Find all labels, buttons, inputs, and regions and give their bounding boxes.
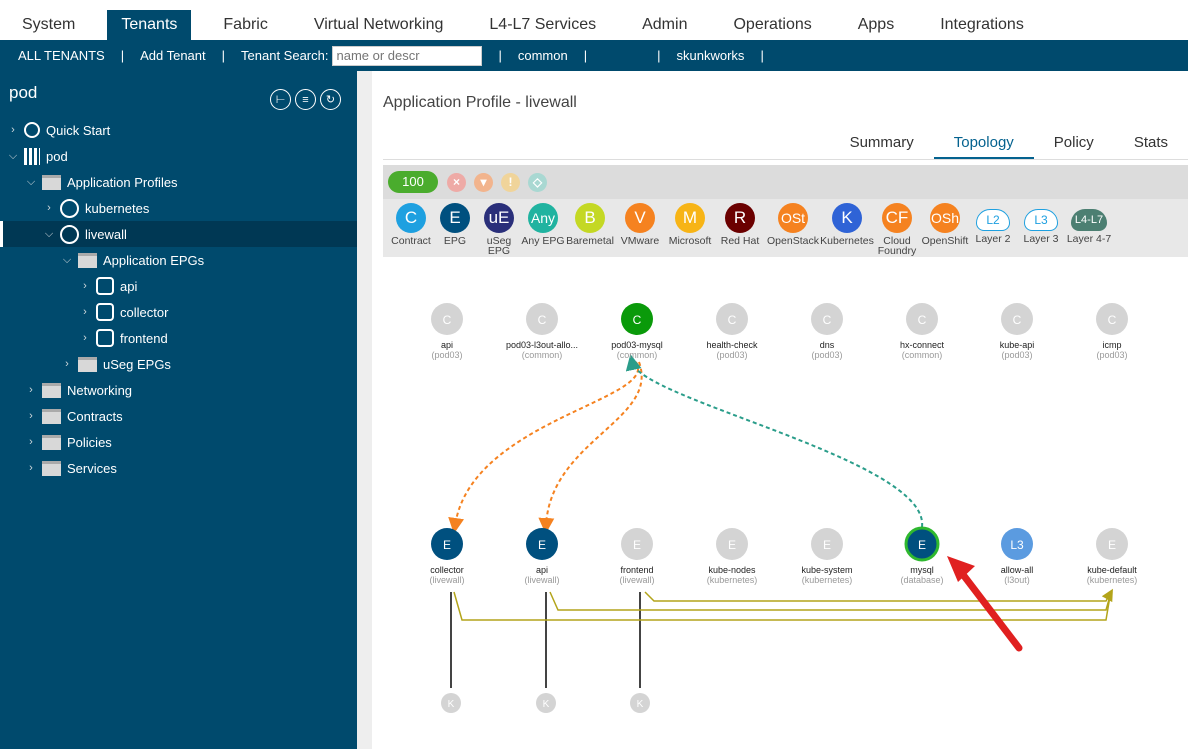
node-label: kube-api xyxy=(1000,340,1035,350)
node-glyph: E xyxy=(1108,538,1116,552)
node-label: kube-system xyxy=(801,565,852,575)
node-glyph: C xyxy=(538,313,547,327)
node-sublabel: (pod03) xyxy=(811,350,842,360)
contract-node[interactable]: Cpod03-mysql(common) xyxy=(611,303,663,360)
node-glyph: K xyxy=(637,699,644,710)
node-label: frontend xyxy=(620,565,653,575)
contract-node[interactable]: Cdns(pod03) xyxy=(811,303,843,360)
node-sublabel: (pod03) xyxy=(431,350,462,360)
epg-node[interactable]: Ekube-system(kubernetes) xyxy=(801,528,853,585)
node-sublabel: (kubernetes) xyxy=(802,575,853,585)
node-sublabel: (common) xyxy=(617,350,658,360)
node-glyph: L3 xyxy=(1010,538,1024,552)
node-label: dns xyxy=(820,340,835,350)
node-sublabel: (livewall) xyxy=(429,575,464,585)
node-glyph: E xyxy=(633,538,641,552)
node-label: pod03-mysql xyxy=(611,340,663,350)
node-glyph: C xyxy=(1108,313,1117,327)
node-sublabel: (kubernetes) xyxy=(707,575,758,585)
node-sublabel: (livewall) xyxy=(619,575,654,585)
node-label: kube-nodes xyxy=(708,565,756,575)
provider-link-mysql xyxy=(625,354,924,528)
kubernetes-node[interactable]: K xyxy=(536,693,556,713)
node-sublabel: (pod03) xyxy=(1096,350,1127,360)
node-sublabel: (kubernetes) xyxy=(1087,575,1138,585)
epg-node[interactable]: Ekube-default(kubernetes) xyxy=(1087,528,1138,585)
node-label: hx-connect xyxy=(900,340,945,350)
node-sublabel: (l3out) xyxy=(1004,575,1030,585)
node-label: api xyxy=(441,340,453,350)
contract-node[interactable]: Cicmp(pod03) xyxy=(1096,303,1128,360)
consumer-link-collector xyxy=(448,361,640,534)
node-sublabel: (livewall) xyxy=(524,575,559,585)
consumer-link-api xyxy=(538,361,643,534)
node-glyph: C xyxy=(823,313,832,327)
l3out-node[interactable]: L3 allow-all(l3out) xyxy=(1001,528,1034,585)
contract-node[interactable]: Cpod03-l3out-allo...(common) xyxy=(506,303,578,360)
node-sublabel: (common) xyxy=(902,350,943,360)
epg-node[interactable]: Emysql(database) xyxy=(900,526,944,585)
node-glyph: C xyxy=(728,313,737,327)
kubernetes-node[interactable]: K xyxy=(630,693,650,713)
topology-diagram: Capi(pod03)Cpod03-l3out-allo...(common)C… xyxy=(429,303,1138,713)
contract-node[interactable]: Chealth-check(pod03) xyxy=(706,303,758,360)
node-glyph: E xyxy=(823,538,831,552)
node-glyph: E xyxy=(443,538,451,552)
node-glyph: K xyxy=(448,699,455,710)
node-label: health-check xyxy=(706,340,758,350)
node-label: allow-all xyxy=(1001,565,1034,575)
node-label: collector xyxy=(430,565,464,575)
node-glyph: E xyxy=(538,538,546,552)
epg-node[interactable]: Eapi(livewall) xyxy=(524,528,560,585)
kubernetes-node[interactable]: K xyxy=(441,693,461,713)
contract-node[interactable]: Ckube-api(pod03) xyxy=(1000,303,1035,360)
node-glyph: C xyxy=(443,313,452,327)
node-sublabel: (database) xyxy=(900,575,943,585)
node-glyph: C xyxy=(1013,313,1022,327)
node-label: icmp xyxy=(1102,340,1121,350)
contract-node[interactable]: Chx-connect(common) xyxy=(900,303,945,360)
node-glyph: E xyxy=(728,538,736,552)
node-glyph: E xyxy=(918,538,926,552)
node-label: pod03-l3out-allo... xyxy=(506,340,578,350)
node-label: api xyxy=(536,565,548,575)
node-label: mysql xyxy=(910,565,934,575)
annotation-red-arrowhead xyxy=(947,556,975,582)
node-sublabel: (pod03) xyxy=(1001,350,1032,360)
link-frontend-kube-default xyxy=(644,588,1113,603)
node-label: kube-default xyxy=(1087,565,1137,575)
contract-node[interactable]: Capi(pod03) xyxy=(431,303,463,360)
node-glyph: C xyxy=(918,313,927,327)
node-sublabel: (common) xyxy=(522,350,563,360)
node-glyph: C xyxy=(633,313,642,327)
node-glyph: K xyxy=(543,699,550,710)
node-sublabel: (pod03) xyxy=(716,350,747,360)
epg-node[interactable]: Ecollector(livewall) xyxy=(429,528,465,585)
epg-node[interactable]: Efrontend(livewall) xyxy=(619,528,655,585)
epg-node[interactable]: Ekube-nodes(kubernetes) xyxy=(707,528,758,585)
